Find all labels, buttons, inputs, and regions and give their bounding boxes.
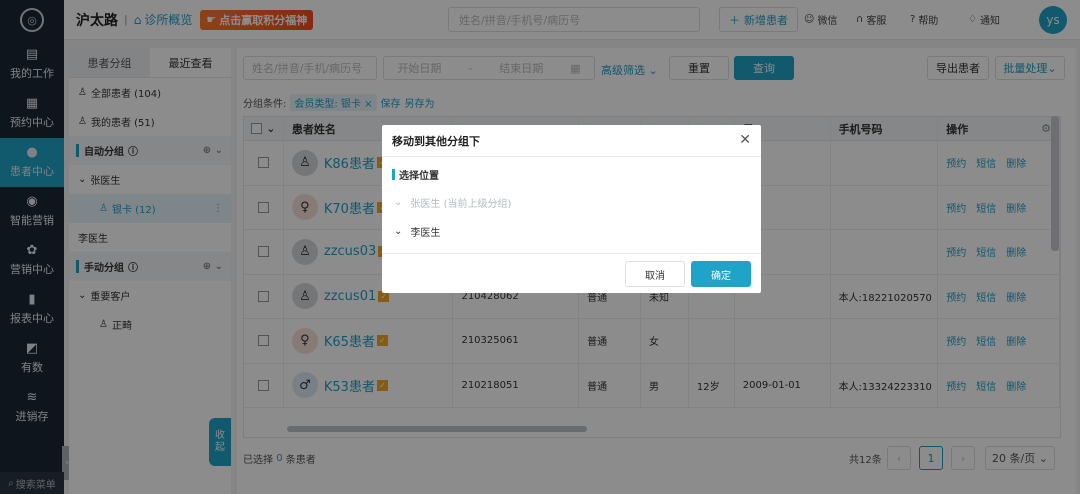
section-title: 选择位置 <box>392 167 761 182</box>
chevron-down-icon: ⌄ <box>394 197 403 208</box>
confirm-button[interactable]: 确定 <box>691 261 751 287</box>
cancel-button[interactable]: 取消 <box>625 261 685 287</box>
dialog-title: 移动到其他分组下 ✕ <box>382 125 761 157</box>
option-doctor-li[interactable]: ⌄ 李医生 <box>394 217 761 246</box>
close-icon[interactable]: ✕ <box>739 132 751 148</box>
option-doctor-zhang: ⌄ 张医生 (当前上级分组) <box>394 197 512 210</box>
dialog-footer: 取消 确定 <box>382 253 761 293</box>
chevron-down-icon: ⌄ <box>394 226 403 237</box>
move-group-dialog: 移动到其他分组下 ✕ 选择位置 ⌄ 张医生 (当前上级分组) ⌄ 李医生 取消 确定 <box>382 125 761 293</box>
